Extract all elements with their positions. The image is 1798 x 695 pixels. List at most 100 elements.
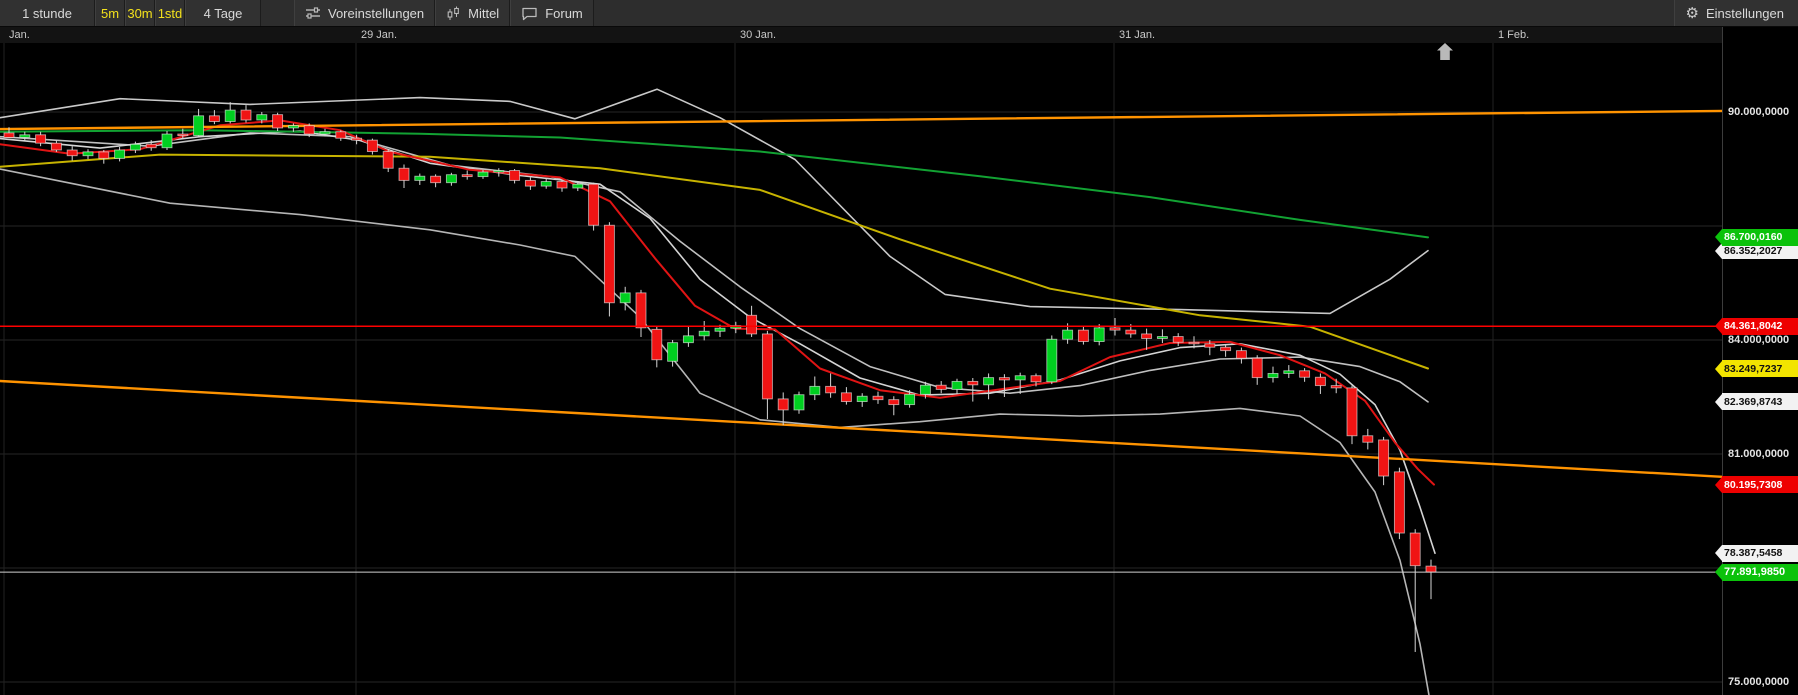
candle <box>50 140 62 152</box>
price-chart-canvas[interactable] <box>0 43 1722 695</box>
ma-red <box>0 119 1435 486</box>
date-tick-label: 1 Feb. <box>1498 29 1530 41</box>
mittel-button[interactable]: Mittel <box>435 0 511 26</box>
ma-green-value-tag: 86.700,0160 <box>1715 228 1798 246</box>
ma-white <box>0 132 1429 403</box>
candle <box>366 138 378 155</box>
price-axis-label: 84.000,0000 <box>1728 334 1790 346</box>
candle <box>1378 436 1390 486</box>
sliders-icon <box>305 6 321 20</box>
tag-value: 77.891,9850 <box>1722 563 1798 581</box>
candle <box>730 321 742 334</box>
candle <box>840 387 852 405</box>
candle <box>856 393 868 407</box>
candle <box>1314 373 1326 394</box>
candle <box>651 325 663 368</box>
candle <box>1362 428 1374 450</box>
candle <box>603 222 615 317</box>
tag-value: 82.369,8743 <box>1722 393 1798 411</box>
tag-arrow <box>1715 318 1722 335</box>
candle <box>414 173 426 185</box>
tag-arrow <box>1715 564 1722 581</box>
candle <box>430 174 442 188</box>
candle <box>556 179 568 192</box>
candle <box>761 330 773 420</box>
candle <box>983 373 995 400</box>
candle <box>1172 333 1184 347</box>
date-tick-label: 31 Jan. <box>1119 29 1156 41</box>
candle <box>524 177 536 190</box>
candle <box>1220 344 1232 357</box>
timeframe-1std-button[interactable]: 1std <box>155 0 185 26</box>
candle <box>777 392 789 426</box>
candle <box>951 378 963 394</box>
candle <box>1046 335 1058 385</box>
candle <box>809 376 821 401</box>
candle <box>793 391 805 414</box>
lower-orange-trendline <box>0 379 1722 478</box>
candle <box>35 131 47 147</box>
trading-platform-window: 1 stunde 5m 30m 1std 4 Tage Voreinstellu… <box>0 0 1798 695</box>
candle <box>935 381 947 394</box>
candle <box>398 164 410 188</box>
candle <box>635 289 647 337</box>
price-axis-label: 90.000,0000 <box>1728 106 1790 118</box>
candle <box>825 373 837 398</box>
range-4tage-button[interactable]: 4 Tage <box>185 0 261 26</box>
candle <box>540 178 552 189</box>
candle <box>1299 368 1311 382</box>
candle <box>588 182 600 231</box>
candle <box>1267 366 1279 383</box>
candle <box>224 102 236 124</box>
ma-yellow <box>0 153 1429 370</box>
candle <box>161 131 173 150</box>
tag-arrow <box>1715 229 1722 246</box>
forum-button[interactable]: Forum <box>510 0 594 26</box>
candle <box>114 146 126 162</box>
candlestick-icon <box>446 6 461 21</box>
candle <box>1077 326 1089 345</box>
tag-arrow <box>1715 476 1722 493</box>
candle <box>1156 329 1168 344</box>
candle <box>888 396 900 416</box>
einstellungen-button[interactable]: ⚙ Einstellungen <box>1674 0 1798 26</box>
tag-value: 80.195,7308 <box>1722 476 1798 494</box>
candle <box>872 391 884 404</box>
tag-value: 78.387,5458 <box>1722 544 1798 562</box>
date-axis: Jan. 29 Jan. 30 Jan. 31 Jan. 1 Feb. <box>0 27 1798 43</box>
current-price-tag: 77.891,9850 <box>1715 563 1798 581</box>
candle <box>240 105 252 123</box>
tag-value: 86.700,0160 <box>1722 228 1798 246</box>
candle <box>1014 372 1026 394</box>
price-axis[interactable]: 90.000,0000 84.000,0000 81.000,0000 75.000,… <box>1715 27 1798 695</box>
candle <box>382 150 394 173</box>
candle <box>493 168 505 177</box>
timeframe-label: 1 stunde <box>22 5 72 21</box>
candle <box>1346 385 1358 445</box>
tag-arrow <box>1715 360 1722 377</box>
tag-value: 84.361,8042 <box>1722 317 1798 335</box>
price-axis-label: 81.000,0000 <box>1728 448 1790 460</box>
timeframe-button[interactable]: 1 stunde <box>0 0 95 26</box>
ma-yellow-value-tag: 83.249,7237 <box>1715 360 1798 377</box>
date-tick-label: Jan. <box>9 29 30 41</box>
candle <box>1093 324 1105 346</box>
candle <box>1235 347 1247 364</box>
toolbar: 1 stunde 5m 30m 1std 4 Tage Voreinstellu… <box>0 0 1798 27</box>
candle <box>746 305 758 337</box>
ma-red-value-tag: 80.195,7308 <box>1715 476 1798 494</box>
bollinger-lower <box>0 168 1430 695</box>
candle <box>445 172 457 186</box>
date-tick-label: 30 Jan. <box>740 29 777 41</box>
timeframe-5m-button[interactable]: 5m <box>95 0 125 26</box>
candle <box>98 150 110 164</box>
timeframe-30m-button[interactable]: 30m <box>125 0 155 26</box>
speech-bubble-icon <box>521 6 538 21</box>
tag-arrow <box>1715 545 1722 562</box>
ma-white-value-tag: 82.369,8743 <box>1715 393 1798 411</box>
tag-value: 83.249,7237 <box>1722 360 1798 377</box>
voreinstellungen-button[interactable]: Voreinstellungen <box>294 0 436 26</box>
gear-icon: ⚙ <box>1685 4 1699 22</box>
candle <box>335 130 347 141</box>
